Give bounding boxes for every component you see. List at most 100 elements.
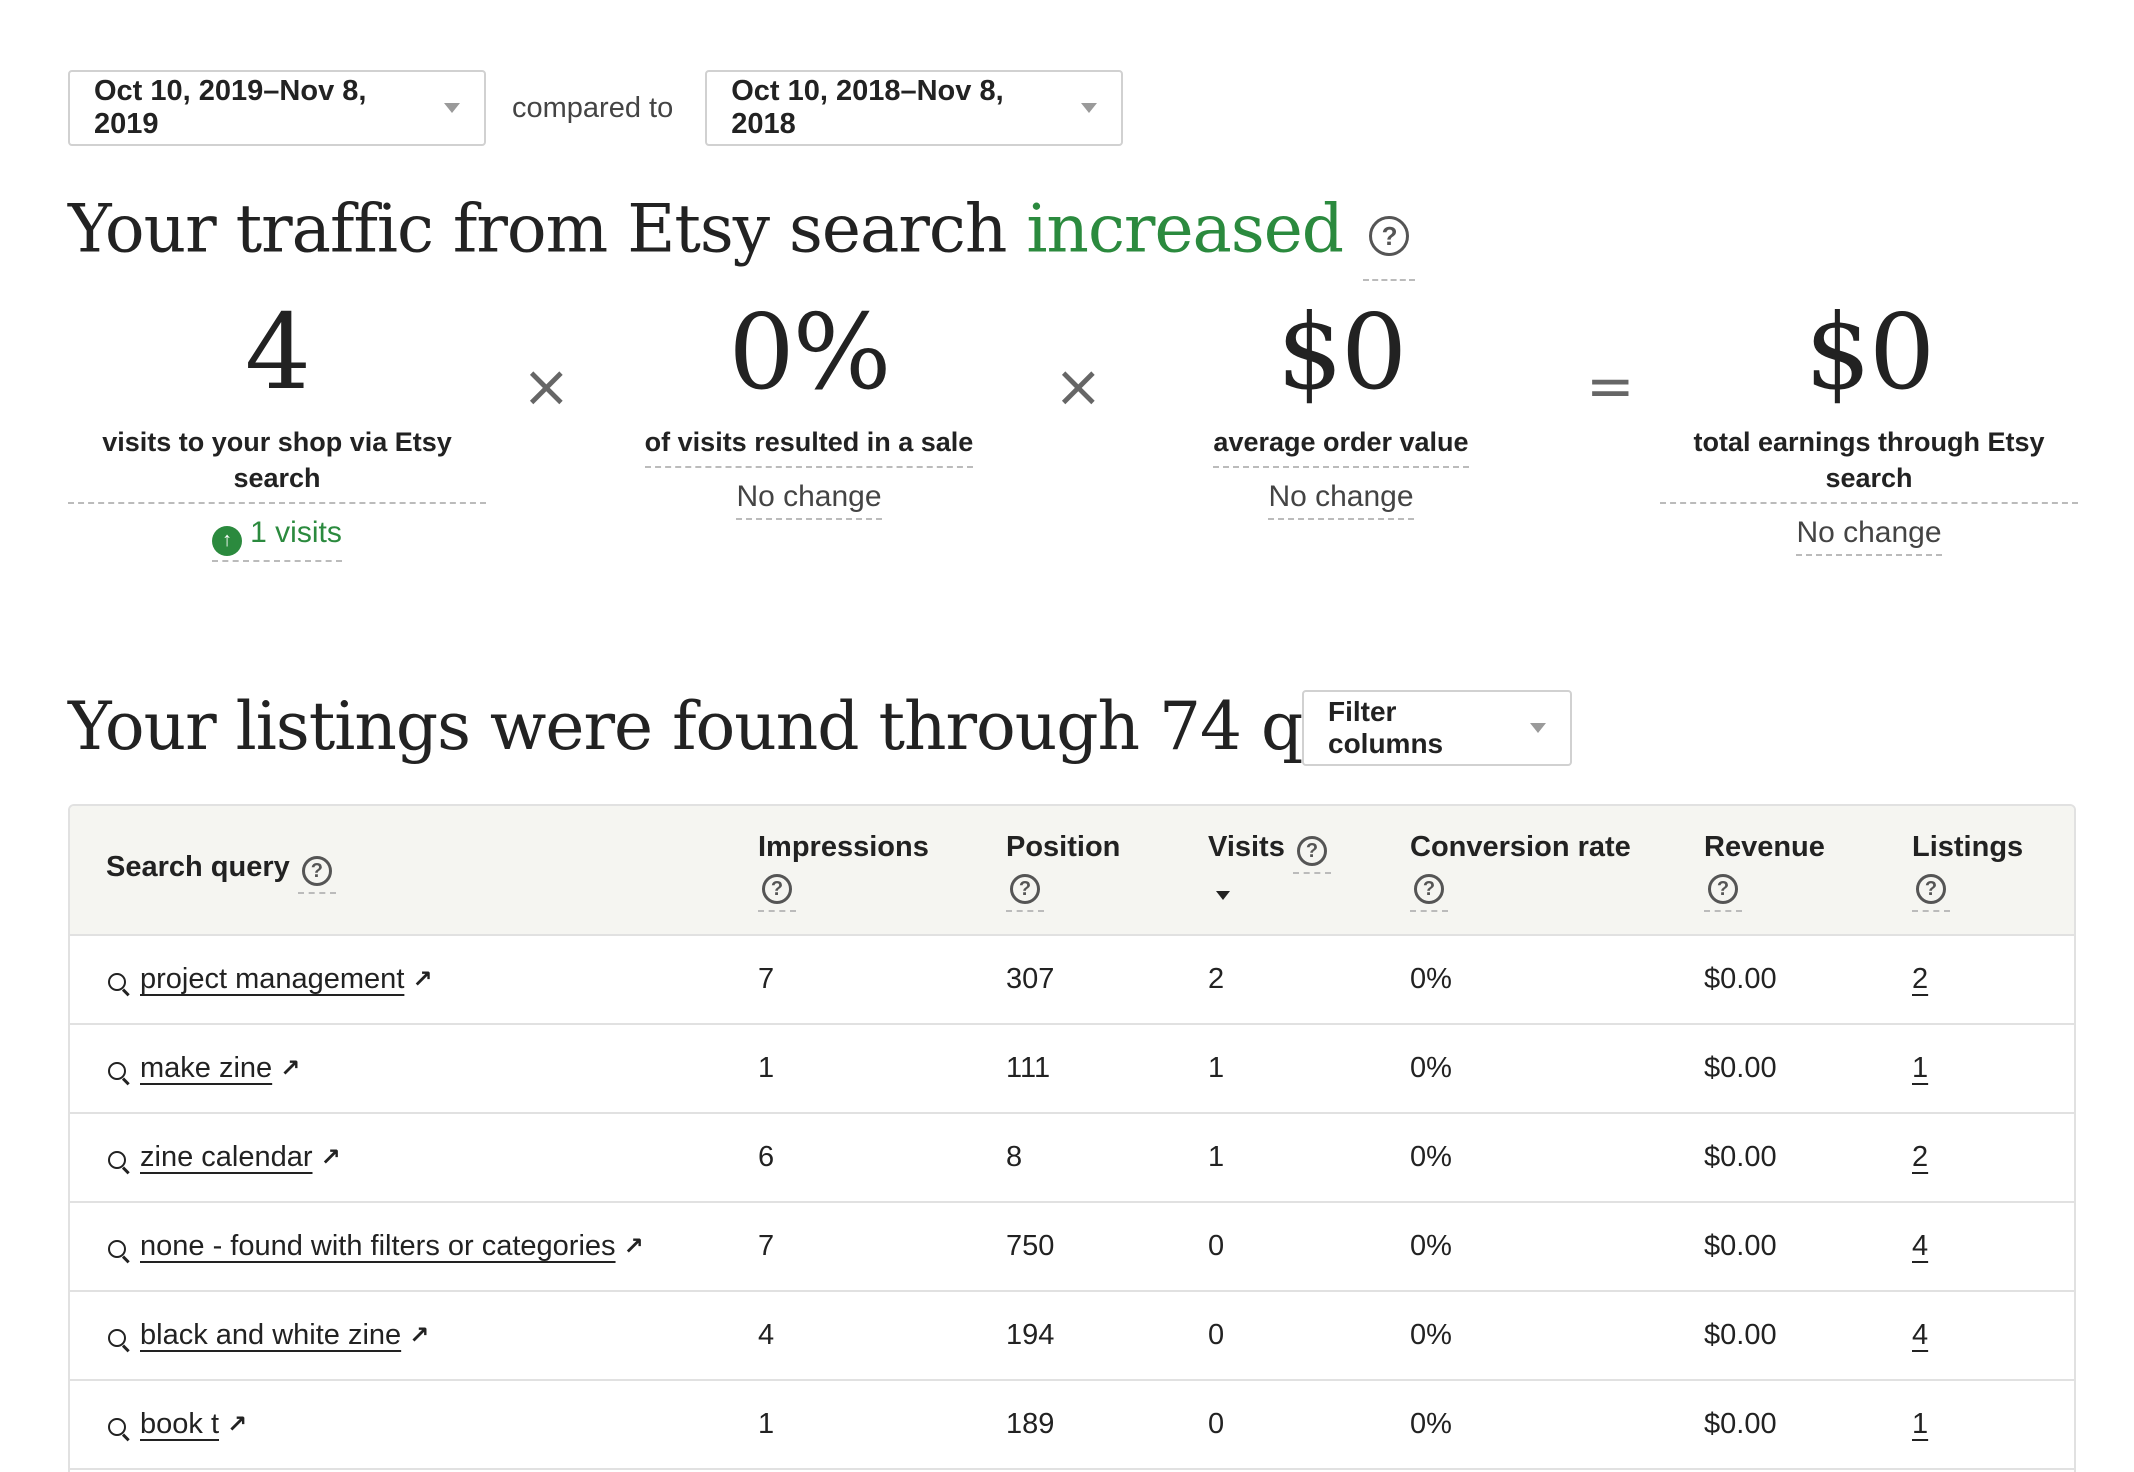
visits-cell: 1 xyxy=(1208,1052,1225,1084)
external-link-icon[interactable]: ↗ xyxy=(280,1054,300,1083)
column-help-button[interactable]: ? xyxy=(1292,828,1331,875)
metric-conversion-label[interactable]: of visits resulted in a sale xyxy=(644,424,974,468)
headline-help-button[interactable]: ? xyxy=(1363,188,1416,281)
column-header-visits[interactable]: Visits ? xyxy=(1208,828,1331,912)
listings-count-link[interactable]: 4 xyxy=(1912,1230,1928,1263)
conversion-cell: 0% xyxy=(1410,1319,1452,1351)
metric-visits-delta[interactable]: ↑ 1 visits xyxy=(212,516,342,562)
external-link-icon[interactable]: ↗ xyxy=(227,1410,247,1439)
external-link-icon[interactable]: ↗ xyxy=(412,965,432,994)
external-link-icon[interactable]: ↗ xyxy=(409,1321,429,1350)
multiply-operator: × xyxy=(522,352,571,420)
table-row: book t ↗ 1 189 0 0% $0.00 1 xyxy=(70,1381,2074,1470)
metric-visits: 4 visits to your shop via Etsy search ↑ 1… xyxy=(68,300,486,562)
position-cell: 8 xyxy=(1006,1141,1023,1173)
search-icon xyxy=(108,1417,126,1436)
column-header-position[interactable]: Position ? xyxy=(1006,828,1120,913)
previous-date-range-dropdown[interactable]: Oct 10, 2018–Nov 8, 2018 xyxy=(705,70,1124,146)
help-icon: ? xyxy=(1369,216,1410,256)
search-query-link[interactable]: make zine xyxy=(140,1052,272,1085)
metric-aov-label[interactable]: average order value xyxy=(1213,424,1469,468)
metric-conversion: 0% of visits resulted in a sale No chang… xyxy=(600,300,1018,520)
search-icon xyxy=(108,1328,126,1347)
help-icon: ? xyxy=(762,874,792,905)
external-link-icon[interactable]: ↗ xyxy=(624,1232,644,1261)
column-help-button[interactable]: ? xyxy=(297,848,336,895)
search-query-cell: black and white zine ↗ xyxy=(108,1292,429,1379)
column-header-conversion-rate[interactable]: Conversion rate ? xyxy=(1410,828,1631,913)
visits-cell: 0 xyxy=(1208,1408,1225,1440)
listings-count-link[interactable]: 2 xyxy=(1912,963,1928,996)
table-row: none - found with filters or categories … xyxy=(70,1203,2074,1292)
metric-earnings-delta[interactable]: No change xyxy=(1796,516,1942,556)
impressions-cell: 1 xyxy=(758,1052,775,1084)
column-header-impressions[interactable]: Impressions ? xyxy=(758,828,929,913)
listings-count-link[interactable]: 1 xyxy=(1912,1408,1928,1441)
listings-count-link[interactable]: 4 xyxy=(1912,1319,1928,1352)
listings-section-title: Your listings were found through 74 quer… xyxy=(68,688,1504,765)
column-help-button[interactable]: ? xyxy=(1410,866,1448,913)
metric-aov-value: $0 xyxy=(1276,291,1407,413)
search-query-link[interactable]: book t xyxy=(140,1408,219,1441)
position-cell: 194 xyxy=(1006,1319,1055,1351)
conversion-cell: 0% xyxy=(1410,1408,1452,1440)
search-query-cell: project management ↗ xyxy=(108,936,432,1023)
conversion-cell: 0% xyxy=(1410,1141,1452,1173)
listings-cell: 4 xyxy=(1912,1203,1928,1290)
column-header-listings[interactable]: Listings ? xyxy=(1912,828,2023,913)
listings-count-link[interactable]: 2 xyxy=(1912,1141,1928,1174)
metric-aov-delta[interactable]: No change xyxy=(1268,480,1414,520)
column-label: Conversion rate xyxy=(1410,831,1631,863)
help-icon: ? xyxy=(1414,874,1444,905)
column-help-button[interactable]: ? xyxy=(1006,866,1044,913)
metric-conversion-delta[interactable]: No change xyxy=(736,480,882,520)
filter-columns-button[interactable]: Filter columns xyxy=(1302,690,1572,766)
search-query-cell: zine calendar ↗ xyxy=(108,1114,341,1201)
metric-aov: $0 average order value No change xyxy=(1132,300,1550,520)
current-date-range-dropdown[interactable]: Oct 10, 2019–Nov 8, 2019 xyxy=(68,70,486,146)
help-icon: ? xyxy=(301,856,332,887)
external-link-icon[interactable]: ↗ xyxy=(321,1143,341,1172)
search-query-link[interactable]: black and white zine xyxy=(140,1319,401,1352)
impressions-cell: 6 xyxy=(758,1141,775,1173)
help-icon: ? xyxy=(1708,874,1738,905)
column-help-button[interactable]: ? xyxy=(758,866,796,913)
impressions-cell: 7 xyxy=(758,1230,775,1262)
conversion-cell: 0% xyxy=(1410,1230,1452,1262)
arrow-up-icon: ↑ xyxy=(212,525,243,556)
listings-cell: 2 xyxy=(1912,936,1928,1023)
metric-visits-label[interactable]: visits to your shop via Etsy search xyxy=(68,424,486,504)
help-icon: ? xyxy=(1010,874,1040,905)
column-label: Visits xyxy=(1208,831,1285,863)
metric-conversion-value: 0% xyxy=(728,291,892,413)
visits-cell: 1 xyxy=(1208,1141,1225,1173)
revenue-cell: $0.00 xyxy=(1704,1052,1777,1084)
search-query-cell: make zine ↗ xyxy=(108,1025,300,1112)
listings-count-link[interactable]: 1 xyxy=(1912,1052,1928,1085)
column-label: Impressions xyxy=(758,831,929,863)
table-body: project management ↗ 7 307 2 0% $0.00 2 … xyxy=(70,936,2074,1470)
column-header-revenue[interactable]: Revenue ? xyxy=(1704,828,1825,913)
table-row: black and white zine ↗ 4 194 0 0% $0.00 … xyxy=(70,1292,2074,1381)
search-query-cell: book t ↗ xyxy=(108,1381,247,1468)
multiply-operator: × xyxy=(1054,352,1103,420)
listings-cell: 1 xyxy=(1912,1381,1928,1468)
search-query-link[interactable]: project management xyxy=(140,963,404,996)
metric-earnings-value: $0 xyxy=(1804,291,1935,413)
position-cell: 750 xyxy=(1006,1230,1055,1262)
column-help-button[interactable]: ? xyxy=(1912,866,1950,913)
position-cell: 111 xyxy=(1006,1052,1051,1084)
chevron-down-icon xyxy=(1081,103,1098,113)
revenue-cell: $0.00 xyxy=(1704,1141,1777,1173)
revenue-cell: $0.00 xyxy=(1704,1408,1777,1440)
traffic-headline: Your traffic from Etsy search increased … xyxy=(68,188,1416,281)
search-query-link[interactable]: zine calendar xyxy=(140,1141,313,1174)
metric-earnings-label[interactable]: total earnings through Etsy search xyxy=(1660,424,2078,504)
search-query-link[interactable]: none - found with filters or categories xyxy=(140,1230,616,1263)
sort-descending-icon[interactable] xyxy=(1216,891,1230,901)
help-icon: ? xyxy=(1296,836,1327,867)
table-row: project management ↗ 7 307 2 0% $0.00 2 xyxy=(70,936,2074,1025)
column-help-button[interactable]: ? xyxy=(1704,866,1742,913)
visits-cell: 0 xyxy=(1208,1319,1225,1351)
conversion-cell: 0% xyxy=(1410,1052,1452,1084)
